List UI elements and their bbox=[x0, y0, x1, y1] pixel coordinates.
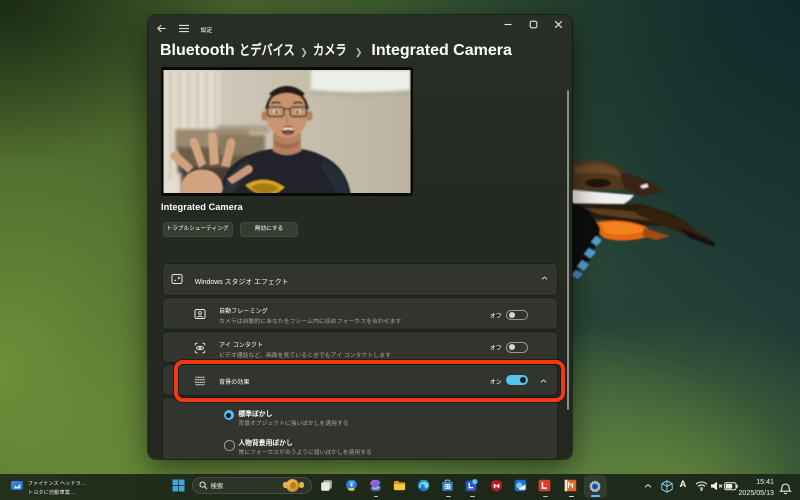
svg-text:1: 1 bbox=[474, 479, 476, 484]
